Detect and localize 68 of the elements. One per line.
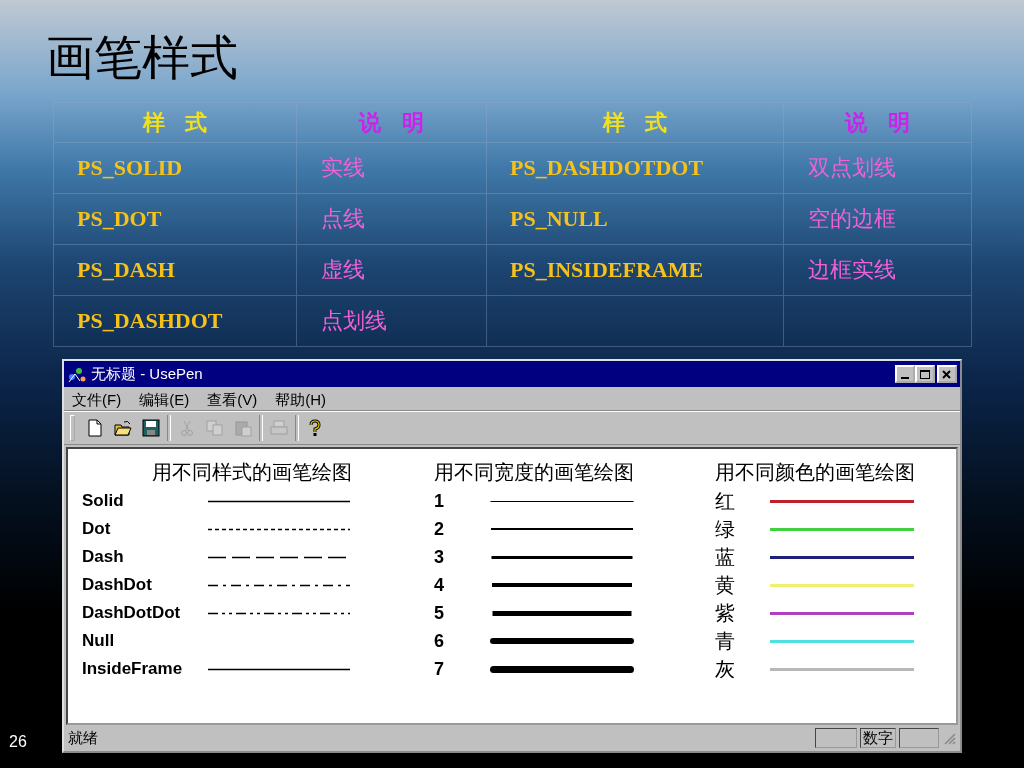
table-cell: PS_INSIDEFRAME [510,257,704,283]
table-cell-text: 实线 [321,154,365,182]
folder-icon [114,419,132,437]
app-icon [67,365,87,383]
style-label: InsideFrame [82,659,184,679]
style-label: Solid [82,491,125,511]
minimize-icon [901,376,909,379]
width-label: 7 [434,658,445,680]
pages-icon [206,419,224,437]
style-label: DashDotDot [82,603,182,623]
style-label: DashDot [82,575,153,595]
table-cell-text: 双点划线 [808,154,896,182]
panel-heading: 用不同颜色的画笔绘图 [715,460,916,485]
status-pane [815,728,857,748]
table-cell: PS_NULL [510,206,608,232]
status-pane [899,728,939,748]
width-label: 1 [434,490,445,512]
menu-item[interactable]: 帮助(H) [275,391,326,406]
color-label: 绿 [715,516,736,542]
column-header: 说 明 [845,108,910,137]
slide-title: 画笔样式 [46,30,239,86]
width-label: 3 [434,546,445,568]
close-icon [942,369,952,379]
style-label: Null [82,631,116,651]
window-title: 无标题 - UsePen [91,364,204,384]
table-cell-text: 点划线 [321,307,387,335]
column-header: 样 式 [142,108,208,137]
color-label: 黄 [715,572,736,598]
table-cell-text: 虚线 [321,256,365,284]
width-label: 6 [434,630,445,652]
width-label: 5 [434,602,445,624]
color-label: 红 [715,488,736,514]
table-cell: PS_DASHDOTDOT [510,155,704,181]
color-label: 青 [715,628,736,654]
color-label: 灰 [715,656,736,682]
panel-heading: 用不同宽度的画笔绘图 [434,460,635,485]
status-pane: 数字 [860,728,896,748]
maximize-button[interactable] [915,365,935,383]
style-label: Dash [82,547,125,567]
close-button[interactable] [937,365,957,383]
menu-item[interactable]: 查看(V) [207,391,258,406]
menu-item[interactable]: 文件(F) [72,391,122,406]
table-cell: PS_DOT [77,206,162,232]
width-label: 4 [434,574,445,596]
printer-icon [270,419,288,437]
resize-grip-icon [942,731,956,745]
color-label: 蓝 [715,544,736,570]
table-cell-text: 点线 [321,205,365,233]
status-text: 就绪 [68,728,99,748]
width-label: 2 [434,518,445,540]
menu-item[interactable]: 编辑(E) [139,391,190,406]
page-number: 26 [9,733,27,751]
style-label: Dot [82,519,112,539]
column-header: 样 式 [602,108,668,137]
scissors-icon [178,419,196,437]
column-header: 说 明 [359,108,424,137]
color-label: 紫 [715,600,736,626]
minimize-button[interactable] [895,365,915,383]
table-cell: PS_SOLID [77,155,183,181]
clipboard-icon [234,419,252,437]
page-icon [86,419,104,437]
save-button[interactable] [139,416,163,440]
table-cell: PS_DASHDOT [77,308,223,334]
panel-heading: 用不同样式的画笔绘图 [151,460,353,485]
table-cell-text: 边框实线 [808,256,896,284]
maximize-icon [920,369,930,379]
table-cell-text: 空的边框 [808,205,896,233]
table-cell: PS_DASH [77,257,175,283]
